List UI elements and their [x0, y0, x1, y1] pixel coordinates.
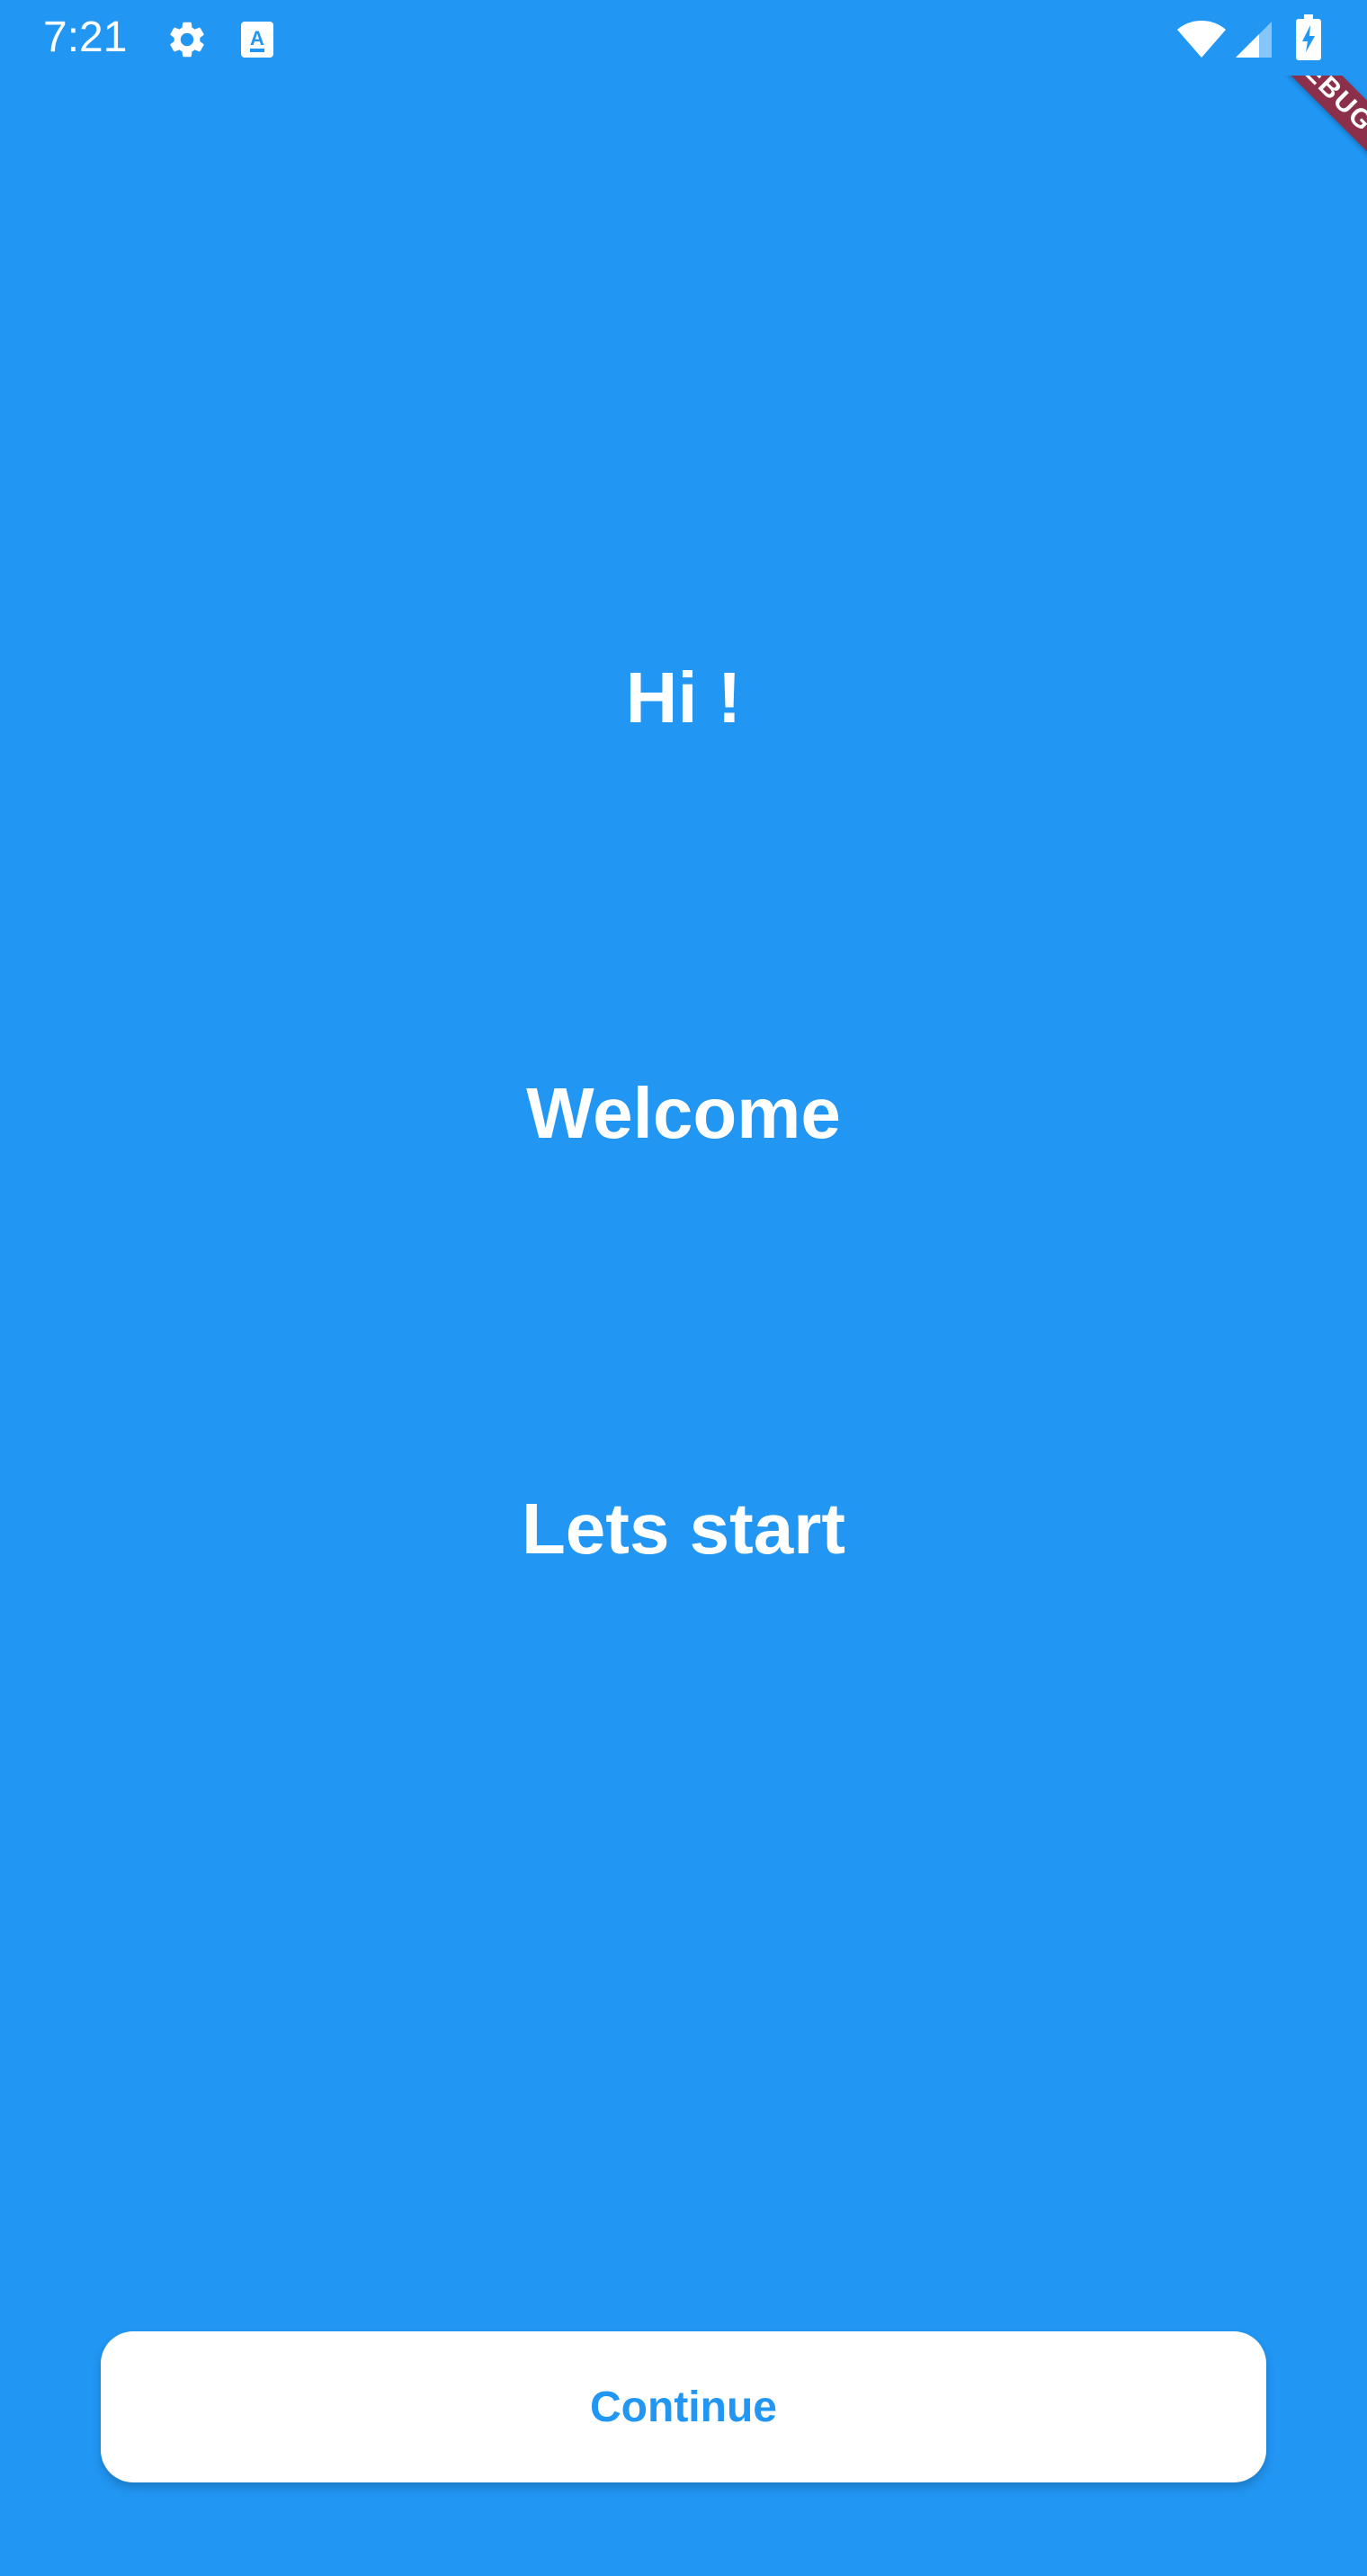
- svg-text:A: A: [250, 27, 264, 49]
- gear-icon: [170, 22, 204, 58]
- keyboard-icon: A: [241, 22, 273, 58]
- welcome-screen: 7:21 A DEBUG Hi ! Welcome Lets start Con…: [0, 0, 1367, 2576]
- signal-icon: [1236, 22, 1272, 58]
- debug-banner: DEBUG: [1242, 76, 1367, 179]
- welcome-text: Welcome: [526, 1073, 841, 1153]
- lets-start-text: Lets start: [521, 1489, 846, 1569]
- status-time: 7:21: [43, 13, 128, 61]
- continue-button[interactable]: Continue: [101, 2331, 1266, 2482]
- battery-charging-icon: [1296, 14, 1321, 60]
- wifi-icon: [1177, 21, 1226, 58]
- greeting-text: Hi !: [625, 657, 742, 738]
- debug-banner-container: DEBUG: [1232, 76, 1367, 192]
- status-bar: 7:21 A: [0, 0, 1367, 76]
